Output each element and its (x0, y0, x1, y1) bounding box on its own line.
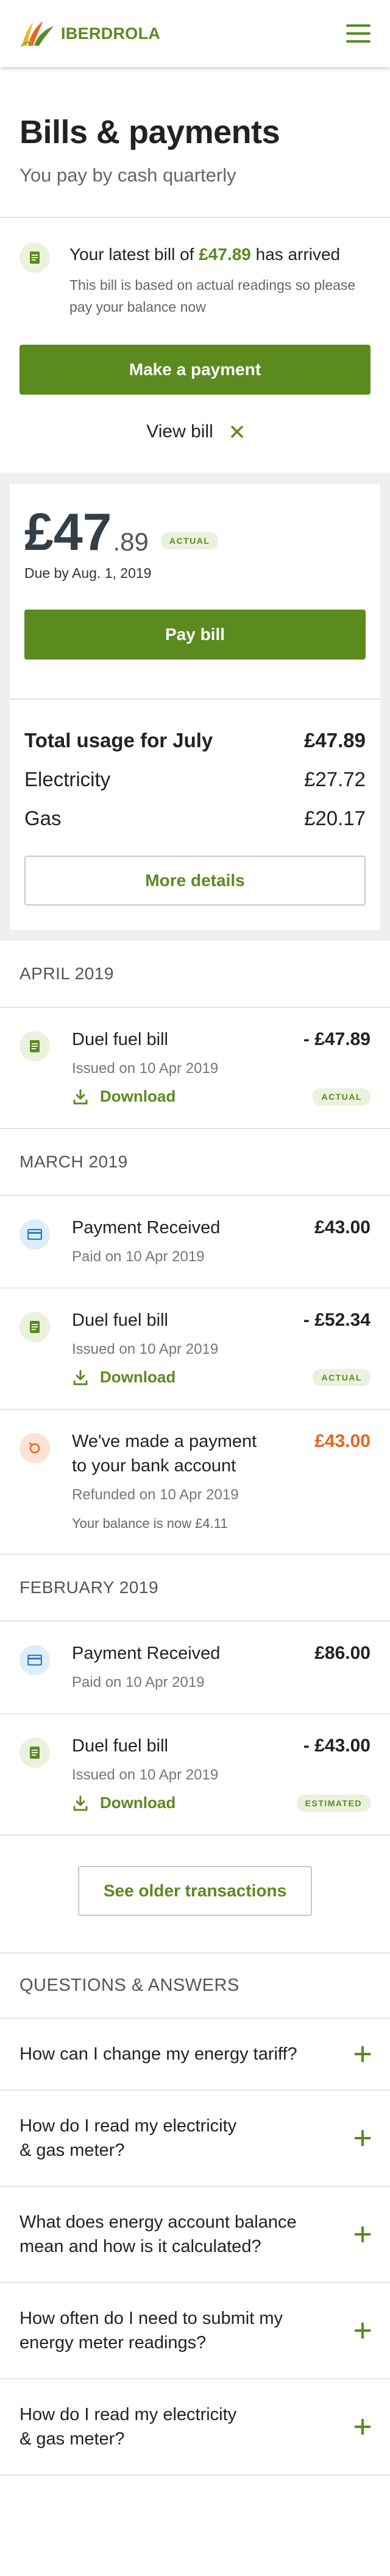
transaction-title: Duel fuel bill (72, 1736, 168, 1756)
status-badge: ESTIMATED (296, 1794, 370, 1812)
status-badge: ACTUAL (313, 1368, 370, 1386)
document-icon (20, 242, 50, 273)
bill-card-wrapper: £47 .89 ACTUAL Due by Aug. 1, 2019 Pay b… (0, 473, 390, 941)
close-icon[interactable] (230, 425, 244, 438)
faq-item[interactable]: How can I change my energy tariff? (0, 2019, 390, 2091)
month-heading-february: FEBRUARY 2019 (0, 1555, 390, 1622)
download-button[interactable]: Download (72, 1087, 176, 1106)
transaction-title: Payment Received (72, 1218, 221, 1237)
transaction-title: We've made a payment to your bank accoun… (72, 1432, 257, 1476)
month-heading-march: MARCH 2019 (0, 1129, 390, 1196)
due-date: Due by Aug. 1, 2019 (24, 565, 152, 581)
faq-item[interactable]: How often do I need to submit my energy … (0, 2283, 390, 2379)
list-item[interactable]: We've made a payment to your bank accoun… (0, 1410, 390, 1555)
more-details-button[interactable]: More details (24, 856, 366, 906)
faq-item[interactable]: How do I read my electricity & gas meter… (0, 2091, 390, 2187)
download-icon (73, 1089, 88, 1104)
faq-item[interactable]: How do I read my electricity & gas meter… (0, 2379, 390, 2476)
page-title: Bills & payments (20, 114, 280, 150)
download-button[interactable]: Download (72, 1793, 176, 1812)
transaction-amount: - £43.00 (303, 1736, 370, 1756)
transaction-title: Duel fuel bill (72, 1311, 168, 1330)
notice-amount: £47.89 (199, 245, 251, 264)
latest-bill-notice: Your latest bill of £47.89 has arrived T… (0, 218, 390, 473)
transaction-amount: - £52.34 (303, 1310, 370, 1330)
transaction-date: Paid on 10 Apr 2019 (72, 1674, 205, 1691)
page-header: Bills & payments You pay by cash quarter… (0, 67, 390, 217)
pay-bill-button[interactable]: Pay bill (24, 610, 366, 660)
transaction-date: Refunded on 10 Apr 2019 (72, 1487, 239, 1503)
document-icon (20, 1737, 50, 1768)
faq-question: How often do I need to submit my energy … (20, 2309, 283, 2353)
transaction-date: Paid on 10 Apr 2019 (72, 1248, 205, 1265)
transaction-date: Issued on 10 Apr 2019 (72, 1060, 219, 1077)
credit-card-icon (20, 1219, 50, 1250)
plus-icon[interactable] (355, 2419, 370, 2435)
bill-amount-main: £47 (24, 503, 112, 561)
iberdrola-leaf-icon (21, 21, 54, 47)
refund-icon (20, 1433, 50, 1463)
brand-name: IBERDROLA (61, 24, 161, 43)
usage-total-row: Total usage for July £47.89 (24, 729, 366, 751)
faq-item[interactable]: What does energy account balance mean an… (0, 2187, 390, 2283)
download-icon (73, 1795, 88, 1811)
list-item[interactable]: Payment Received £86.00 Paid on 10 Apr 2… (0, 1622, 390, 1714)
older-transactions-wrapper: See older transactions (0, 1835, 390, 1952)
list-item[interactable]: Duel fuel bill - £52.34 Issued on 10 Apr… (0, 1289, 390, 1410)
document-icon (20, 1031, 50, 1061)
electricity-row: Electricity £27.72 (24, 768, 366, 790)
see-older-transactions-button[interactable]: See older transactions (78, 1866, 312, 1916)
faq-question: What does energy account balance mean an… (20, 2212, 297, 2256)
brand-logo[interactable]: IBERDROLA (20, 20, 160, 47)
bill-amount: £47 .89 ACTUAL (24, 503, 366, 561)
faq-question: How do I read my electricity & gas meter… (20, 2405, 237, 2449)
plus-icon[interactable] (355, 2323, 370, 2338)
notice-title: Your latest bill of £47.89 has arrived (69, 245, 341, 264)
list-item[interactable]: Duel fuel bill - £43.00 Issued on 10 Apr… (0, 1714, 390, 1835)
download-icon (73, 1370, 88, 1385)
page-subtitle: You pay by cash quarterly (20, 164, 236, 186)
view-bill-label: View bill (146, 421, 213, 442)
notice-description: This bill is based on actual readings so… (69, 277, 356, 315)
bill-card: £47 .89 ACTUAL Due by Aug. 1, 2019 Pay b… (10, 484, 380, 930)
view-bill-toggle[interactable]: View bill (20, 421, 370, 473)
list-item[interactable]: Duel fuel bill - £47.89 Issued on 10 Apr… (0, 1008, 390, 1129)
download-button[interactable]: Download (72, 1368, 176, 1387)
transaction-amount: £86.00 (314, 1643, 370, 1663)
hamburger-menu-icon[interactable] (346, 24, 370, 43)
status-badge: ACTUAL (313, 1088, 370, 1105)
faq-question: How do I read my electricity & gas meter… (20, 2116, 237, 2160)
transaction-title: Payment Received (72, 1644, 221, 1663)
credit-card-icon (20, 1645, 50, 1675)
plus-icon[interactable] (355, 2130, 370, 2146)
list-item[interactable]: Payment Received £43.00 Paid on 10 Apr 2… (0, 1196, 390, 1289)
transaction-amount: - £47.89 (303, 1029, 370, 1049)
faq-question: How can I change my energy tariff? (20, 2044, 297, 2064)
transaction-title: Duel fuel bill (72, 1030, 168, 1049)
transaction-date: Issued on 10 Apr 2019 (72, 1767, 219, 1783)
qa-heading: QUESTIONS & ANSWERS (0, 1952, 390, 2019)
gas-row: Gas £20.17 (24, 807, 366, 829)
month-heading-april: APRIL 2019 (0, 941, 390, 1008)
balance-note: Your balance is now £4.11 (72, 1516, 228, 1531)
plus-icon[interactable] (355, 2226, 370, 2242)
document-icon (20, 1312, 50, 1342)
plus-icon[interactable] (355, 2046, 370, 2062)
status-badge: ACTUAL (160, 532, 219, 549)
bill-amount-pence: .89 (113, 527, 149, 556)
transaction-date: Issued on 10 Apr 2019 (72, 1341, 219, 1357)
transaction-amount: £43.00 (314, 1217, 370, 1237)
make-payment-button[interactable]: Make a payment (20, 345, 370, 395)
top-bar: IBERDROLA (0, 0, 390, 67)
transaction-amount: £43.00 (314, 1431, 370, 1451)
